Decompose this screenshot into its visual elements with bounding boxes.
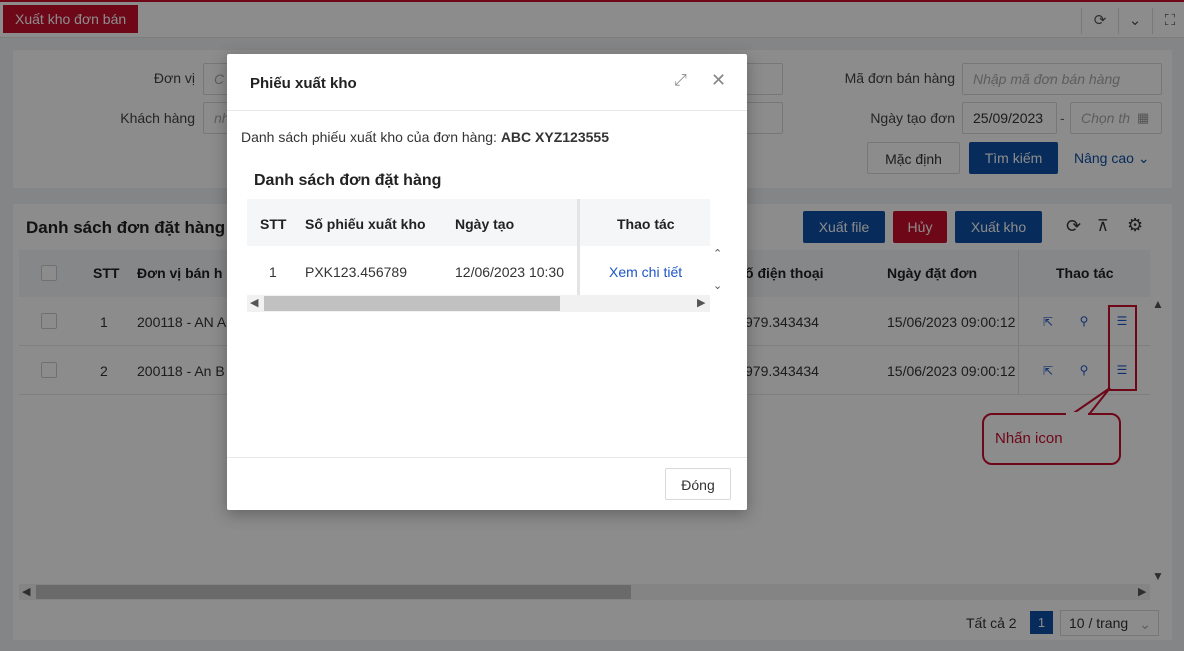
divider [227, 110, 747, 111]
modal-col-stt: STT [260, 216, 287, 232]
divider [227, 457, 747, 458]
view-detail-link[interactable]: Xem chi tiết [609, 264, 682, 280]
modal-description: Danh sách phiếu xuất kho của đơn hàng: A… [241, 129, 609, 145]
modal-row-ngay-tao: 12/06/2023 10:30 [455, 264, 564, 280]
modal-row-so-phieu: PXK123.456789 [305, 264, 407, 280]
modal-title: Phiếu xuất kho [250, 75, 357, 92]
modal-col-so-phieu: Số phiếu xuất kho [305, 216, 426, 232]
close-button[interactable]: Đóng [665, 468, 731, 500]
scroll-up-icon[interactable]: ⌃ [713, 247, 722, 260]
modal-col-thao-tac: Thao tác [617, 216, 675, 232]
expand-icon[interactable]: ⤢ [674, 72, 687, 90]
description-prefix: Danh sách phiếu xuất kho của đơn hàng: [241, 129, 497, 145]
close-icon[interactable]: ✕ [711, 70, 726, 91]
scrollbar-thumb[interactable] [264, 296, 560, 311]
order-code: ABC XYZ123555 [500, 129, 609, 145]
phieu-xuat-kho-modal: Phiếu xuất kho ⤢ ✕ Danh sách phiếu xuất … [227, 54, 747, 510]
scroll-right-icon[interactable]: ▶ [697, 296, 705, 309]
modal-col-ngay-tao: Ngày tạo [455, 216, 515, 232]
modal-row-stt: 1 [269, 264, 277, 280]
section-title: Danh sách đơn đặt hàng [254, 172, 442, 189]
scroll-left-icon[interactable]: ◀ [250, 296, 258, 309]
scroll-down-icon[interactable]: ⌄ [713, 279, 722, 292]
